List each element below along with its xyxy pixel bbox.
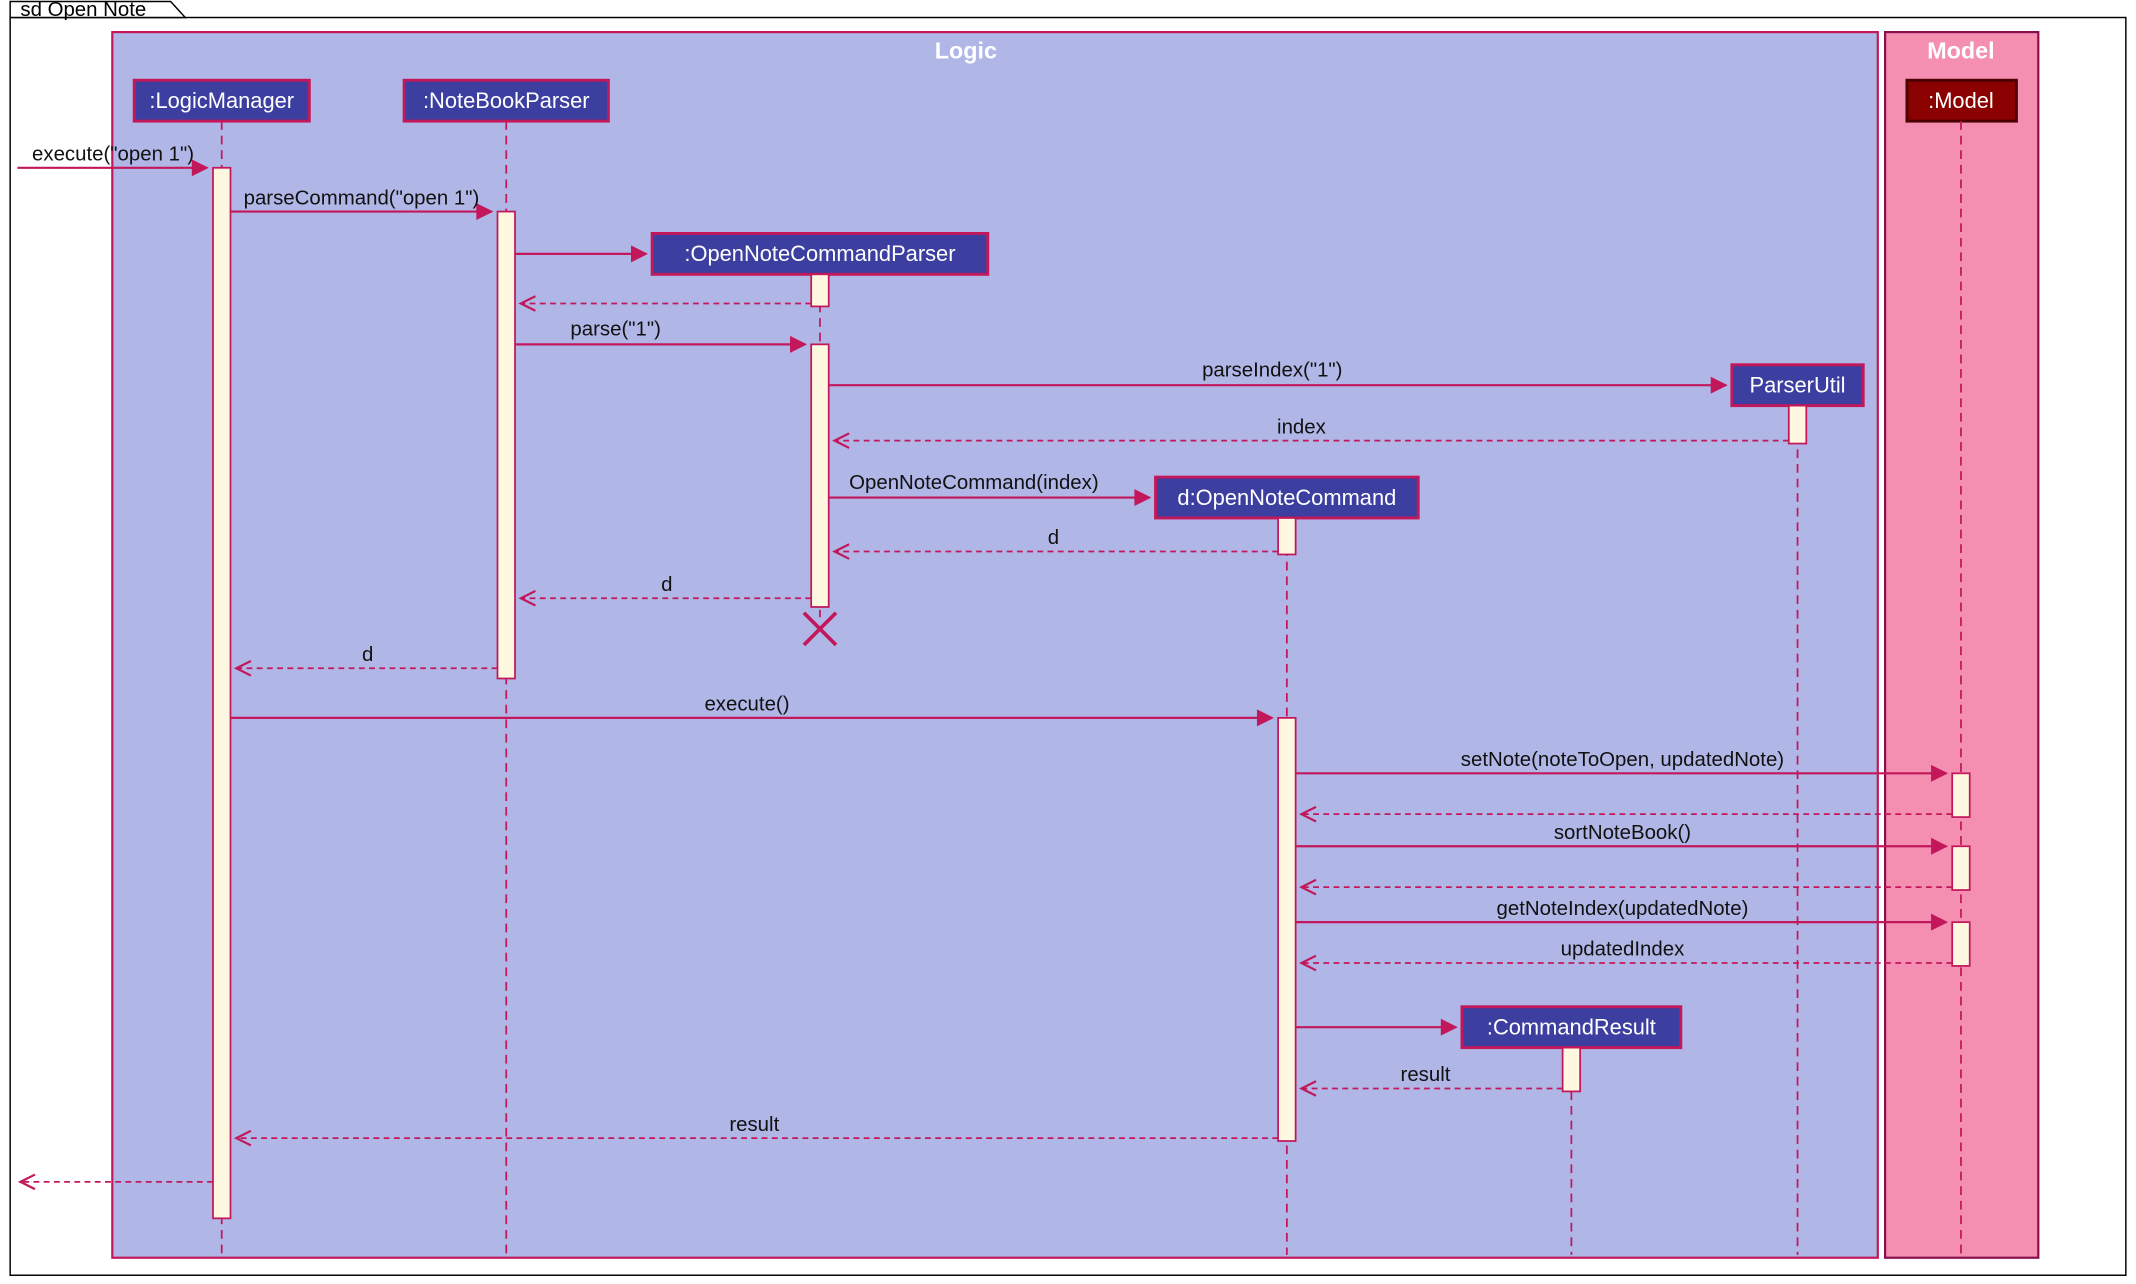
act-model-1: [1952, 773, 1970, 817]
msg-index-label: index: [1277, 416, 1326, 438]
act-notebookparser: [497, 212, 515, 679]
model-frame-title: Model: [1927, 37, 1994, 63]
msg-return-d3-label: d: [362, 644, 373, 666]
act-model-3: [1952, 922, 1970, 966]
participant-commandresult-label: :CommandResult: [1487, 1014, 1656, 1039]
msg-parsecommand-label: parseCommand("open 1"): [244, 187, 480, 209]
msg-result-label1: result: [1401, 1064, 1451, 1086]
participant-opennotecommand-label: d:OpenNoteCommand: [1177, 485, 1396, 510]
act-model-2: [1952, 846, 1970, 890]
act-opennotecommand-2: [1278, 718, 1296, 1141]
sequence-diagram: sd Open Note Logic Model :LogicManager :…: [0, 0, 2136, 1284]
participant-model-label: :Model: [1928, 88, 1994, 113]
act-logicmanager: [213, 168, 231, 1219]
act-opennotecommandparser-1: [811, 274, 829, 306]
msg-setnote-label: setNote(noteToOpen, updatedNote): [1461, 749, 1784, 771]
participant-notebookparser-label: :NoteBookParser: [423, 88, 590, 113]
participant-parserutil-label: ParserUtil: [1750, 372, 1846, 397]
msg-getnoteindex-label: getNoteIndex(updatedNote): [1497, 898, 1749, 920]
msg-updatedindex-label: updatedIndex: [1561, 939, 1685, 961]
logic-frame: [112, 32, 1878, 1258]
act-opennotecommand-1: [1278, 518, 1296, 554]
msg-sortnotebook-label: sortNoteBook(): [1554, 822, 1691, 844]
msg-return-d2-label: d: [661, 574, 672, 596]
act-commandresult: [1563, 1048, 1581, 1092]
msg-create-cmd-label: OpenNoteCommand(index): [849, 472, 1099, 494]
msg-parseindex-label: parseIndex("1"): [1202, 359, 1342, 381]
msg-execute-cmd-label: execute(): [704, 694, 789, 716]
logic-frame-title: Logic: [935, 37, 997, 63]
act-parserutil: [1789, 406, 1807, 444]
msg-result-label2: result: [729, 1114, 779, 1136]
participant-opennotecommandparser-label: :OpenNoteCommandParser: [684, 241, 955, 266]
diagram-title: sd Open Note: [20, 0, 146, 21]
msg-parse-label: parse("1"): [570, 319, 660, 341]
msg-execute-open-label: execute("open 1"): [32, 144, 194, 166]
act-opennotecommandparser-2: [811, 344, 829, 607]
participant-logicmanager-label: :LogicManager: [149, 88, 294, 113]
msg-return-d1-label: d: [1048, 527, 1059, 549]
